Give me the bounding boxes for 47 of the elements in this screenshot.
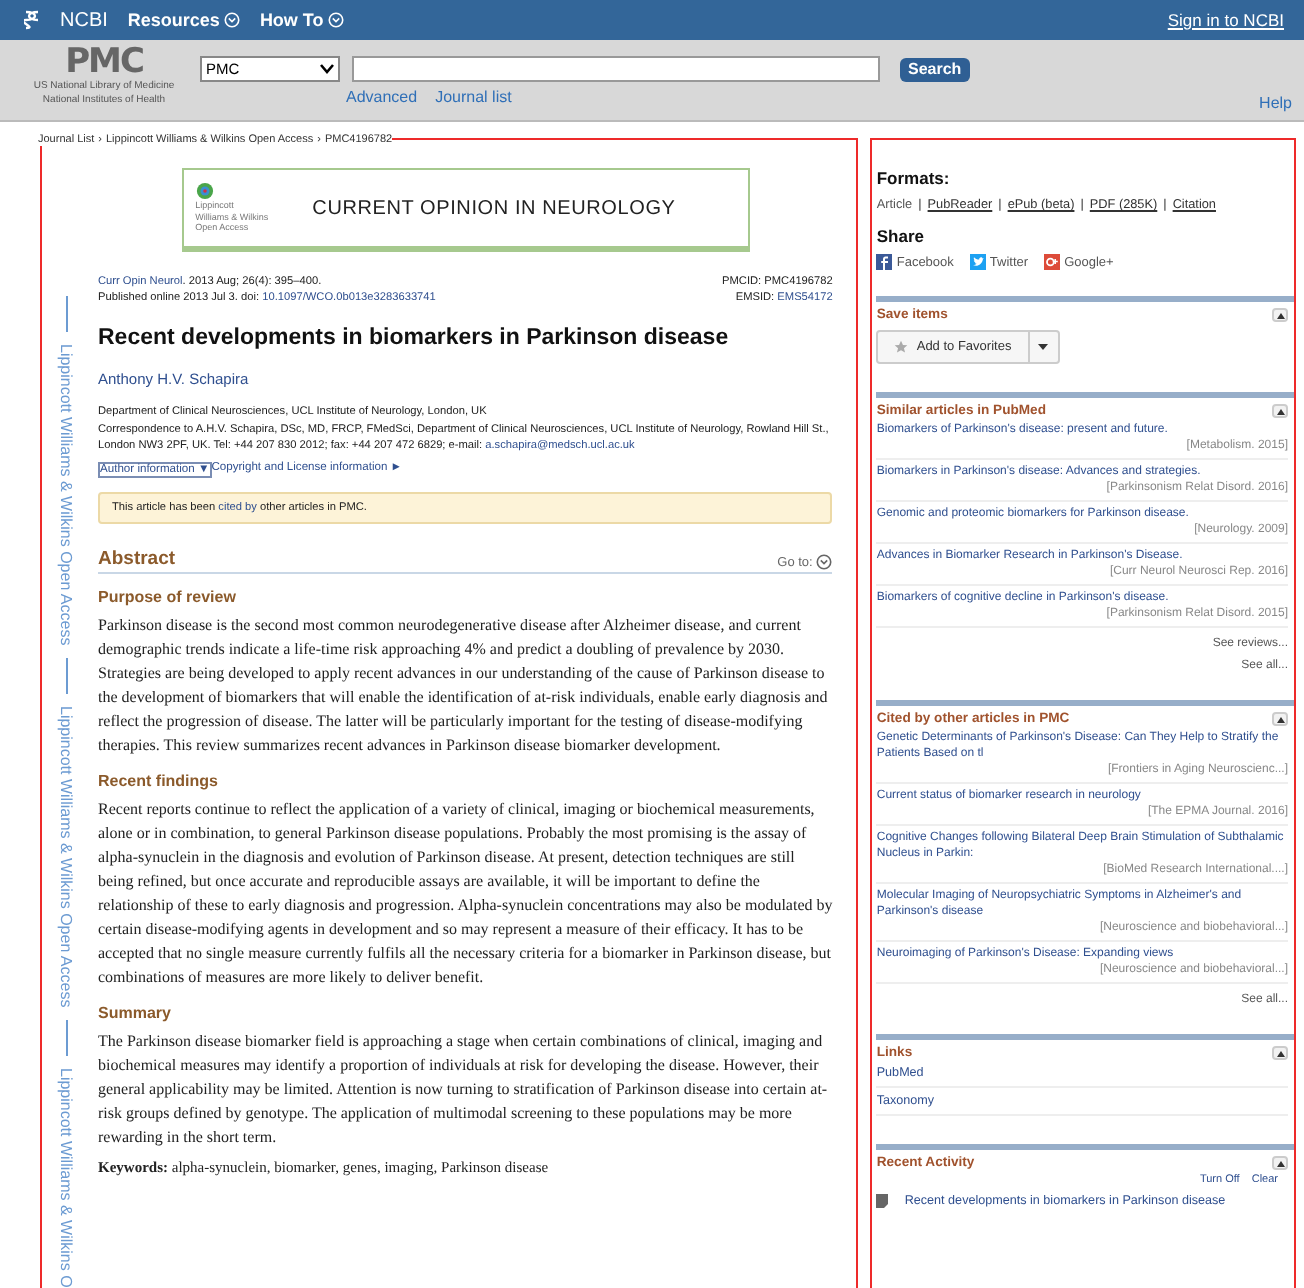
- caret-up-icon: [1275, 407, 1285, 415]
- publisher-strip-text: Lippincott Williams & Wilkins O: [57, 1068, 75, 1288]
- publisher-logo-icon: [195, 182, 214, 201]
- google-plus-icon: [1044, 254, 1061, 270]
- abstract-paragraph: Recent reports continue to reflect the application of a variety of clinical, imaging or biochemical measurements, alone or in combination, to general Parkinson disease populations. Probably the most promising is the assay of alpha-synuclein in the diagnosis and evolution of Parkinson disease. At present, detection techniques are still being refined, but once accurate and reproducible assays are available, it will be important to define the relationship of these to early diagnosis and progression. Alpha-synuclein concentrations may also be modulated by certain disease-modifying agents in development and so may represent a measure of their efficacy. It has to be accepted that no single measure currently fulfils all the necessary criteria for a biomarker in Parkinson disease, but combinations of measures are more likely to deliver benefit.: [98, 798, 833, 990]
- abstract-heading: Abstract: [98, 548, 176, 570]
- publisher-strip-text: Lippincott Williams & Wilkins Open Access: [57, 344, 75, 646]
- collapse-button[interactable]: [1272, 404, 1288, 418]
- caret-up-icon: [1275, 1049, 1285, 1057]
- bird-icon: [969, 254, 986, 270]
- pmc-logo[interactable]: PMC: [65, 44, 143, 80]
- caret-down-icon: [1038, 344, 1049, 350]
- collapse-button[interactable]: [1272, 712, 1288, 726]
- search-link[interactable]: Advanced: [346, 88, 418, 106]
- chevron-down-icon: [223, 12, 240, 28]
- caret-up-icon: [1275, 715, 1285, 723]
- sign-in-link[interactable]: Sign in to NCBI: [1167, 10, 1284, 30]
- chevron-down-icon: [327, 12, 344, 28]
- facebook-icon: [876, 254, 893, 270]
- section-heading: Recent findings: [98, 772, 221, 790]
- caret-down-icon: [320, 64, 334, 74]
- article-title: Recent developments in biomarkers in Parkinson disease: [98, 326, 731, 350]
- collapse-button[interactable]: [1272, 1046, 1288, 1060]
- search-link[interactable]: Journal list: [435, 88, 512, 106]
- caret-up-icon: [1275, 311, 1285, 319]
- ncbi-brand[interactable]: NCBI: [60, 9, 108, 31]
- search-field[interactable]: [352, 56, 880, 82]
- collapse-button[interactable]: [1272, 1156, 1288, 1170]
- formats-heading: Formats:: [876, 168, 952, 188]
- document-icon: [876, 1194, 889, 1208]
- abstract-paragraph: Parkinson disease is the second most common neurodegenerative disease after Alzheimer disease, and current demographic trends indicate a life-time risk approaching 4% and predict a doubling of prevalence by 2030. Strategies are being developed to apply recent advances in our understanding of the cause of Parkinson disease to the development of biomarkers that will enable the identification of at-risk individuals, enable early diagnosis and reflect the progression of disease. The latter will be particularly important for the testing of disease-modifying therapies. This review summarizes recent advances in Parkinson disease biomarker development.: [98, 614, 830, 758]
- journal-title: CURRENT OPINION IN NEUROLOGY: [312, 197, 676, 219]
- caret-up-icon: [1275, 1159, 1285, 1167]
- chevron-down-icon: [816, 554, 833, 570]
- publisher-strip-text: Lippincott Williams & Wilkins Open Access: [57, 706, 75, 1008]
- collapse-button[interactable]: [1272, 308, 1288, 322]
- top-menu[interactable]: Resources: [127, 10, 240, 30]
- favorites-dropdown-button[interactable]: [1029, 330, 1060, 364]
- search-button[interactable]: Search: [900, 57, 970, 81]
- share-heading: Share: [876, 226, 926, 246]
- helix-logo-icon: [24, 10, 40, 30]
- top-menu[interactable]: How To: [259, 10, 344, 30]
- help-link[interactable]: Help: [1259, 94, 1292, 112]
- section-heading: Summary: [98, 1004, 173, 1022]
- abstract-paragraph: The Parkinson disease biomarker field is approaching a stage when certain combinations of clinical, imaging and biochemical measures may identify a proportion of individuals at risk for developing the disease. However, their general applicability may be limited. Attention is now turning to stratification of Parkinson disease into certain at-risk groups defined by genotype. The application of multimodal screening to these populations may be more rewarding in the short term.: [98, 1030, 830, 1150]
- section-heading: Purpose of review: [98, 588, 238, 606]
- star-icon: [894, 340, 909, 354]
